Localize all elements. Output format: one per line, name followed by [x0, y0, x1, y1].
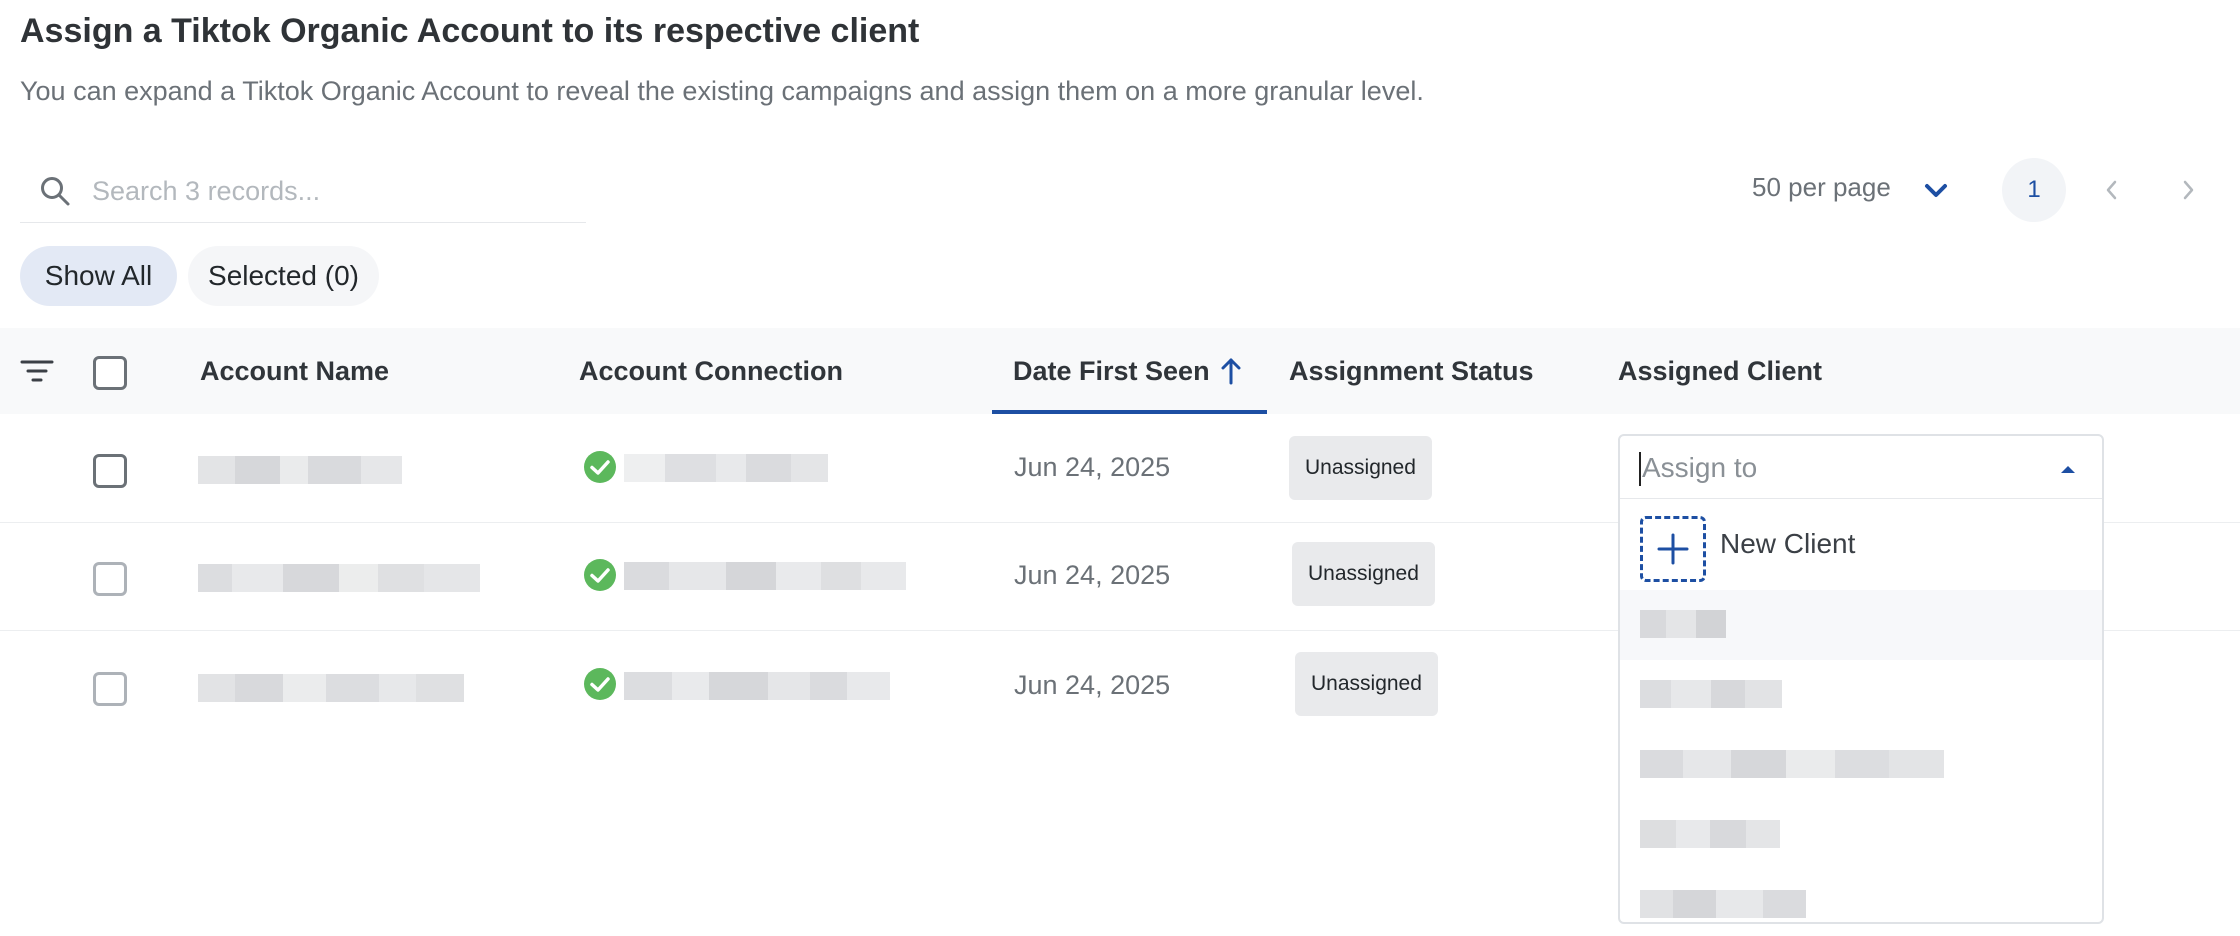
client-name-redacted: [1640, 680, 1782, 708]
select-all-checkbox[interactable]: [93, 356, 127, 390]
client-option[interactable]: [1620, 870, 2102, 922]
date-first-seen: Jun 24, 2025: [1014, 452, 1171, 482]
column-header-account-connection[interactable]: Account Connection: [579, 328, 843, 414]
filter-icon[interactable]: [20, 358, 54, 384]
new-client-label: New Client: [1720, 528, 1856, 559]
assign-client-dropdown[interactable]: New Client: [1618, 434, 2104, 924]
caret-up-icon[interactable]: [2060, 464, 2076, 474]
account-name-redacted: [198, 456, 402, 484]
chevron-left-icon[interactable]: [2100, 176, 2124, 204]
search-icon: [41, 177, 70, 206]
client-option[interactable]: [1620, 590, 2102, 660]
check-circle-icon: [584, 451, 616, 483]
date-first-seen: Jun 24, 2025: [1014, 560, 1171, 590]
client-option[interactable]: [1620, 800, 2102, 870]
page-number-button[interactable]: 1: [2002, 158, 2066, 222]
account-name-redacted: [198, 564, 480, 592]
row-checkbox[interactable]: [93, 672, 127, 706]
date-first-seen: Jun 24, 2025: [1014, 670, 1171, 700]
account-connection-redacted: [624, 454, 828, 482]
new-client-option[interactable]: New Client: [1620, 512, 2102, 588]
column-header-assignment-status[interactable]: Assignment Status: [1289, 328, 1534, 414]
plus-icon: [1657, 533, 1689, 565]
new-client-icon-box: [1640, 516, 1706, 582]
table-header: Account Name Account Connection Date Fir…: [0, 328, 2240, 414]
assign-client-select[interactable]: [1620, 436, 2102, 499]
row-checkbox[interactable]: [93, 562, 127, 596]
page-subtitle: You can expand a Tiktok Organic Account …: [20, 76, 1424, 106]
client-name-redacted: [1640, 610, 1726, 638]
client-name-redacted: [1640, 890, 1806, 918]
account-connection-redacted: [624, 562, 906, 590]
column-header-account-name[interactable]: Account Name: [200, 328, 389, 414]
text-cursor: [1639, 452, 1641, 486]
assign-accounts-page: Assign a Tiktok Organic Account to its r…: [0, 0, 2240, 936]
search-input[interactable]: [90, 170, 574, 212]
column-header-assigned-client[interactable]: Assigned Client: [1618, 328, 1822, 414]
chevron-right-icon[interactable]: [2176, 176, 2200, 204]
status-badge: Unassigned: [1292, 542, 1435, 606]
client-option[interactable]: [1620, 730, 2102, 800]
client-name-redacted: [1640, 820, 1780, 848]
row-checkbox[interactable]: [93, 454, 127, 488]
selected-filter-button[interactable]: Selected (0): [188, 246, 379, 306]
page-title: Assign a Tiktok Organic Account to its r…: [20, 12, 920, 50]
per-page-label[interactable]: 50 per page: [1752, 172, 1891, 203]
check-circle-icon: [584, 559, 616, 591]
status-badge: Unassigned: [1289, 436, 1432, 500]
check-circle-icon: [584, 668, 616, 700]
client-option[interactable]: [1620, 660, 2102, 730]
chevron-down-icon[interactable]: [1922, 178, 1950, 204]
arrow-up-icon[interactable]: [1219, 356, 1243, 386]
column-header-date-first-seen[interactable]: Date First Seen: [1013, 328, 1210, 414]
status-badge: Unassigned: [1295, 652, 1438, 716]
account-connection-redacted: [624, 672, 890, 700]
client-name-redacted: [1640, 750, 1944, 778]
show-all-filter-button[interactable]: Show All: [20, 246, 177, 306]
account-name-redacted: [198, 674, 464, 702]
search-bar: [20, 160, 586, 223]
assign-client-input[interactable]: [1640, 446, 2044, 490]
